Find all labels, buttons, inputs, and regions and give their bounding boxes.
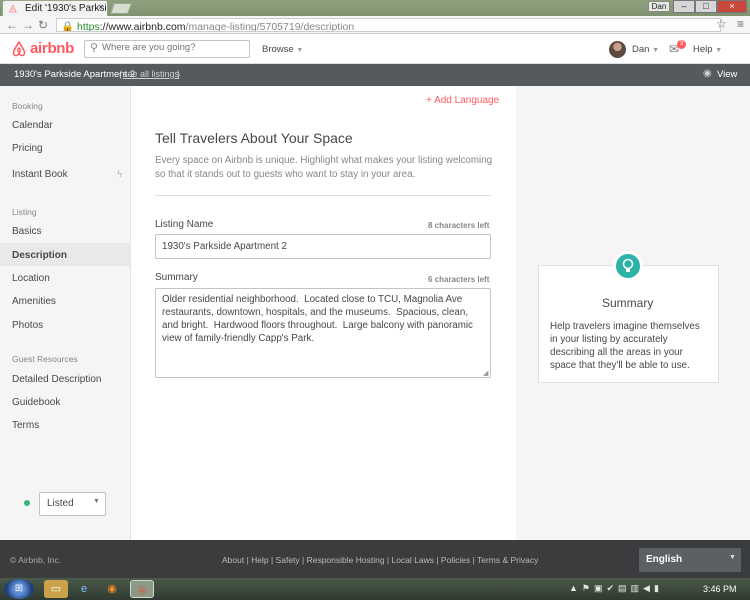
sidebar-item-instant-book[interactable]: Instant Book (12, 169, 68, 180)
back-arrow-icon[interactable]: ← (6, 18, 18, 32)
reload-icon[interactable]: ↻ (38, 18, 48, 32)
listing-status-value: Listed (47, 498, 74, 509)
listing-name-char-count: 8 characters left (428, 221, 490, 230)
sidebar-heading-booking: Booking (12, 101, 43, 111)
maximize-button[interactable]: □ (695, 0, 717, 13)
resize-grip-icon[interactable]: ◢ (483, 369, 488, 377)
bookmark-star-icon[interactable]: ☆ (716, 17, 727, 31)
chrome-icon[interactable]: ◎ (130, 580, 154, 598)
lightbulb-icon (613, 251, 643, 281)
chevron-down-icon: ▼ (715, 47, 723, 54)
tip-body: Help travelers imagine themselves in you… (550, 321, 700, 371)
airbnb-favicon-icon: ◬ (9, 3, 17, 14)
avatar[interactable] (609, 41, 626, 58)
search-input[interactable] (102, 42, 242, 53)
footer-links[interactable]: About | Help | Safety | Responsible Host… (222, 555, 538, 565)
window-close-button[interactable]: × (717, 0, 747, 13)
url-scheme: https (77, 21, 100, 32)
plus-icon: + (426, 95, 432, 106)
sidebar-item-pricing[interactable]: Pricing (12, 143, 43, 154)
sidebar-item-detailed-description[interactable]: Detailed Description (12, 374, 102, 385)
chevron-down-icon: ▼ (93, 498, 100, 505)
add-language-link[interactable]: + Add Language (426, 95, 499, 106)
sidebar-item-location[interactable]: Location (12, 273, 50, 284)
browse-label: Browse (262, 44, 294, 55)
summary-label: Summary (155, 272, 198, 283)
user-name: Dan (632, 44, 650, 55)
url-host: ://www.airbnb.com (99, 21, 186, 32)
airbnb-logo-icon[interactable] (12, 40, 26, 57)
taskbar-clock[interactable]: 3:46 PM (703, 584, 737, 594)
browser-tab[interactable]: ◬ Edit '1930's Parkside × (2, 0, 108, 16)
chevron-down-icon: ▼ (652, 47, 660, 54)
browse-menu[interactable]: Browse ▼ (262, 44, 303, 55)
language-value: English (646, 554, 683, 565)
lightbulb-glyph (622, 258, 634, 272)
sidebar-item-guidebook[interactable]: Guidebook (12, 397, 60, 408)
listing-name-input[interactable] (155, 234, 491, 259)
chevron-down-icon: ▼ (296, 47, 304, 54)
minimize-button[interactable]: – (673, 0, 695, 13)
sidebar-item-photos[interactable]: Photos (12, 320, 43, 331)
page-title: Tell Travelers About Your Space (155, 130, 353, 146)
divider (155, 195, 491, 196)
help-menu[interactable]: Help ▼ (693, 44, 722, 55)
help-label: Help (693, 44, 713, 55)
listing-status-dot (24, 500, 30, 506)
forward-arrow-icon[interactable]: → (22, 18, 34, 32)
sidebar-item-basics[interactable]: Basics (12, 226, 41, 237)
browser-tab-title: Edit '1930's Parkside (25, 3, 107, 14)
sidebar-item-amenities[interactable]: Amenities (12, 296, 56, 307)
paren-open: ( (119, 69, 122, 79)
mail-badge: 3 (677, 40, 686, 49)
url-bar[interactable]: 🔒 https://www.airbnb.com/manage-listing/… (56, 18, 721, 32)
browser-menu-icon[interactable]: ≡ (737, 17, 744, 31)
add-language-label: Add Language (434, 95, 500, 106)
browser-profile-chip[interactable]: Dan (648, 1, 670, 12)
firefox-icon[interactable]: ◉ (100, 580, 124, 598)
sidebar-heading-guest-resources: Guest Resources (12, 354, 78, 364)
user-menu[interactable]: Dan ▼ (632, 44, 659, 55)
search-icon: ⚲ (90, 42, 99, 54)
page-intro: Every space on Airbnb is unique. Highlig… (155, 155, 493, 180)
eye-icon[interactable]: ◉ (703, 68, 712, 79)
sidebar-heading-listing: Listing (12, 207, 37, 217)
summary-char-count: 6 characters left (428, 275, 490, 284)
lightning-bolt-icon: ϟ (117, 169, 123, 180)
airbnb-wordmark[interactable]: airbnb (30, 40, 74, 57)
lock-icon: 🔒 (61, 21, 75, 32)
windows-start-icon[interactable]: ⊞ (4, 579, 34, 599)
listing-name-label: Listing Name (155, 219, 214, 230)
footer-copyright: © Airbnb, Inc. (10, 555, 62, 565)
tip-title: Summary (602, 296, 654, 310)
see-all-listings-link[interactable]: see all listings (123, 69, 179, 79)
sidebar-item-terms[interactable]: Terms (12, 420, 39, 431)
view-listing-link[interactable]: View (717, 69, 737, 80)
summary-textarea[interactable]: Older residential neighborhood. Located … (155, 288, 491, 378)
file-explorer-icon[interactable]: ▭ (44, 580, 68, 598)
airbnb-belo-icon (12, 40, 26, 57)
listing-title: 1930's Parkside Apartment 2 (14, 69, 136, 80)
internet-explorer-icon[interactable]: e (72, 580, 96, 598)
sidebar (0, 86, 131, 540)
system-tray-icons[interactable]: ▲⚑▣✔▤▥◀▮ (569, 583, 663, 594)
chevron-down-icon: ▼ (729, 554, 736, 561)
sidebar-item-description[interactable]: Description (12, 250, 67, 261)
sidebar-item-calendar[interactable]: Calendar (12, 120, 53, 131)
tab-close-icon[interactable]: × (98, 2, 104, 13)
paren-close: ) (177, 69, 180, 79)
url-path: /manage-listing/5705719/description (185, 21, 355, 32)
